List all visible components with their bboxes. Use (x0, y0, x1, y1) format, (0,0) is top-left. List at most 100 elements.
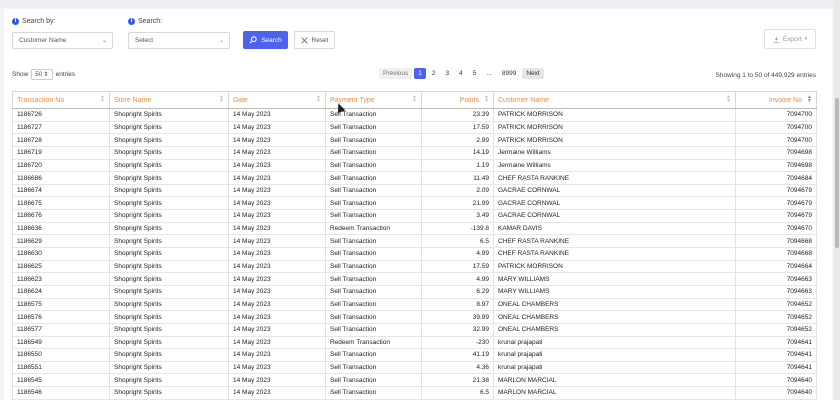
table-row[interactable]: 1186551 Shopright Spirits 14 May 2023 Sell … (12, 361, 817, 375)
table-cell: 1186719 (12, 146, 110, 160)
search-by-select[interactable]: Customer Name ⌄ (12, 32, 113, 49)
table-cell: Shopright Spirits (109, 108, 229, 122)
table-row[interactable]: 1186625 Shopright Spirits 14 May 2023 Sell … (12, 260, 817, 274)
table-cell: 4.99 (421, 247, 494, 261)
column-header[interactable]: Transaction No ▲ ▼ (12, 91, 110, 109)
column-header[interactable]: Date ▲ ▼ (228, 91, 326, 109)
column-header[interactable]: Store Name ▲ ▼ (109, 91, 229, 109)
table-cell: ONEAL CHAMBERS (493, 298, 736, 312)
table-cell: Shopright Spirits (109, 298, 229, 312)
table-cell: PATRICK MORRISON (493, 133, 736, 147)
table-cell: 14 May 2023 (228, 285, 326, 299)
sort-icon: ▲ ▼ (726, 94, 731, 104)
pagination-next[interactable]: Next (522, 68, 544, 79)
table-row[interactable]: 1186623 Shopright Spirits 14 May 2023 Sell … (12, 272, 817, 286)
table-cell: Sell Transaction (325, 348, 422, 362)
search-button[interactable]: Search (243, 31, 288, 49)
pagination-page-3[interactable]: 3 (442, 68, 454, 79)
table-cell: 14 May 2023 (228, 348, 326, 362)
pagination-previous[interactable]: Previous (379, 68, 413, 79)
top-strip (0, 0, 840, 8)
pagination-page-5[interactable]: 5 (469, 68, 481, 79)
table-header-row: Transaction No ▲ ▼ Store Name ▲ ▼ Date ▲ ▼ Pay… (12, 91, 817, 109)
table-row[interactable]: 1186550 Shopright Spirits 14 May 2023 Sell … (12, 348, 817, 362)
table-row[interactable]: 1186728 Shopright Spirits 14 May 2023 Sell … (12, 133, 817, 147)
table-cell: 6.5 (421, 234, 494, 249)
table-row[interactable]: 1186720 Shopright Spirits 14 May 2023 Sell … (12, 159, 817, 173)
search-value: Select (135, 37, 154, 44)
scrollbar-thumb[interactable] (835, 98, 839, 248)
table-cell: 1186636 (12, 222, 110, 236)
show-suffix: entries (55, 71, 76, 78)
table-cell: Shopright Spirits (109, 133, 229, 147)
page-scrollbar[interactable] (834, 0, 840, 400)
chevron-down-icon: ▾ (804, 36, 808, 42)
table-cell: 14 May 2023 (228, 310, 326, 324)
table-row[interactable]: 1186630 Shopright Spirits 14 May 2023 Sell … (12, 247, 817, 261)
table-cell: Shopright Spirits (109, 348, 229, 362)
table-cell: 2.09 (421, 184, 494, 198)
page-size-value: 50 (35, 72, 42, 78)
search-select[interactable]: Select ⌄ (128, 32, 230, 49)
table-row[interactable]: 1186545 Shopright Spirits 14 May 2023 Sell … (12, 373, 817, 388)
table-cell: 1186577 (12, 323, 110, 337)
table-row[interactable]: 1186629 Shopright Spirits 14 May 2023 Sell … (12, 234, 817, 249)
table-row[interactable]: 1186676 Shopright Spirits 14 May 2023 Sell … (12, 209, 817, 223)
table-row[interactable]: 1186549 Shopright Spirits 14 May 2023 Redee… (12, 336, 817, 350)
table-cell: Shopright Spirits (109, 121, 229, 135)
pagination-page-last[interactable]: 8999 (498, 68, 520, 79)
table-row[interactable]: 1186624 Shopright Spirits 14 May 2023 Sell … (12, 285, 817, 299)
table-cell: Shopright Spirits (109, 260, 229, 274)
table-cell: Sell Transaction (325, 285, 422, 299)
table-cell: 14 May 2023 (228, 234, 326, 249)
table-cell: 1186630 (12, 247, 110, 261)
table-cell: 7094641 (735, 336, 817, 350)
table-cell: 7094668 (735, 247, 817, 261)
table-cell: Sell Transaction (325, 310, 422, 324)
table-cell: 14 May 2023 (228, 247, 326, 261)
table-row[interactable]: 1186636 Shopright Spirits 14 May 2023 Redee… (12, 222, 817, 236)
table-cell: Shopright Spirits (109, 222, 229, 236)
pagination-page-1[interactable]: 1 (414, 68, 426, 79)
search-label: Search: (138, 18, 163, 25)
table-row[interactable]: 1186727 Shopright Spirits 14 May 2023 Sell … (12, 121, 817, 135)
table-row[interactable]: 1186546 Shopright Spirits 14 May 2023 Sell … (12, 386, 817, 400)
table-cell: Sell Transaction (325, 234, 422, 249)
table-row[interactable]: 1186719 Shopright Spirits 14 May 2023 Sell … (12, 146, 817, 160)
column-header-label: Payment Type (330, 96, 375, 104)
pagination-page-4[interactable]: 4 (455, 68, 467, 79)
transactions-table: Transaction No ▲ ▼ Store Name ▲ ▼ Date ▲ ▼ Pay… (12, 91, 817, 400)
table-cell: GACRAE CORNWAL (493, 209, 736, 223)
column-header[interactable]: Customer Name ▲ ▼ (493, 91, 736, 109)
table-cell: 14 May 2023 (228, 298, 326, 312)
table-cell: Redeem Transaction (325, 222, 422, 236)
table-cell: 1186686 (12, 171, 110, 185)
show-prefix: Show (12, 71, 29, 78)
page-size-select[interactable]: 50 ⇕ (31, 69, 53, 80)
table-cell: 17.59 (421, 121, 494, 135)
table-row[interactable]: 1186674 Shopright Spirits 14 May 2023 Sell … (12, 184, 817, 198)
table-cell: Shopright Spirits (109, 234, 229, 249)
table-cell: 7094679 (735, 184, 817, 198)
export-button[interactable]: Export ▾ (764, 29, 816, 49)
table-cell: 7094664 (735, 260, 817, 274)
close-icon (300, 36, 308, 44)
reset-button[interactable]: Reset (294, 31, 335, 49)
sort-icon: ▲ ▼ (412, 94, 417, 104)
table-row[interactable]: 1186675 Shopright Spirits 14 May 2023 Sell … (12, 196, 817, 211)
table-cell: Shopright Spirits (109, 336, 229, 350)
column-header[interactable]: Points ▲ ▼ (421, 91, 494, 109)
transactions-card: i Search by: Customer Name ⌄ i Search: S… (4, 9, 832, 400)
table-cell: 7094652 (735, 310, 817, 324)
table-row[interactable]: 1186726 Shopright Spirits 14 May 2023 Sell … (12, 108, 817, 122)
table-cell: PATRICK MORRISON (493, 121, 736, 135)
table-cell: Sell Transaction (325, 184, 422, 198)
column-header[interactable]: Invoice No ▲ ▼ (735, 91, 817, 109)
table-row[interactable]: 1186576 Shopright Spirits 14 May 2023 Sell … (12, 310, 817, 324)
table-row[interactable]: 1186577 Shopright Spirits 14 May 2023 Sell … (12, 323, 817, 337)
table-cell: 14 May 2023 (228, 272, 326, 286)
pagination-page-2[interactable]: 2 (428, 68, 440, 79)
table-row[interactable]: 1186686 Shopright Spirits 14 May 2023 Sell … (12, 171, 817, 185)
table-cell: 7094679 (735, 196, 817, 211)
table-row[interactable]: 1186575 Shopright Spirits 14 May 2023 Sell … (12, 298, 817, 312)
